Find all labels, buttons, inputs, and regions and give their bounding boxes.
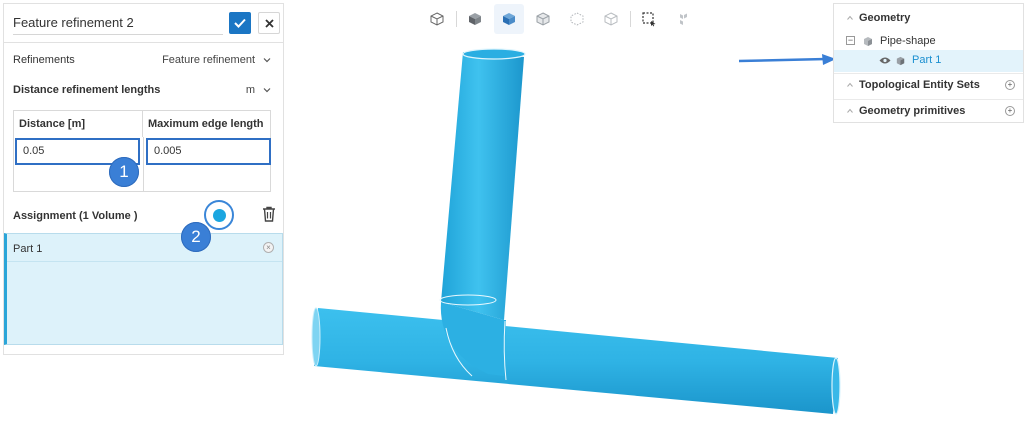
unit-select[interactable]: m — [246, 84, 271, 96]
tree-node-part-1[interactable]: Part 1 — [834, 50, 1023, 72]
refinements-select-value: Feature refinement — [162, 54, 255, 66]
pipe-top-end[interactable] — [462, 48, 526, 60]
tree-divider — [834, 99, 1023, 100]
cube-explode-icon — [680, 13, 687, 25]
feature-refinement-panel: Feature refinement 2 Refinements Feature… — [3, 3, 284, 355]
eye-icon[interactable] — [879, 56, 891, 65]
cube-nodes-icon — [570, 12, 584, 26]
view-wire-button[interactable] — [596, 4, 626, 34]
view-nodes-button[interactable] — [562, 4, 592, 34]
distance-lengths-label: Distance refinement lengths — [13, 84, 161, 96]
view-shaded-button[interactable] — [494, 4, 524, 34]
panel-title-input[interactable]: Feature refinement 2 — [13, 12, 223, 35]
add-icon[interactable]: + — [1005, 106, 1015, 116]
assignment-toggle-button[interactable] — [204, 200, 234, 230]
view-toolbar — [422, 4, 692, 34]
cube-wire-icon — [604, 12, 618, 26]
assignment-list: Part 1 × — [4, 233, 283, 345]
table-divider — [143, 137, 144, 191]
caret-up-icon — [847, 15, 853, 20]
list-item[interactable]: Part 1 — [13, 243, 42, 255]
tree-node-topological-sets[interactable]: Topological Entity Sets + — [834, 75, 1023, 97]
box-select-icon — [642, 12, 656, 27]
unit-select-value: m — [245, 84, 255, 96]
panel-header: Feature refinement 2 — [4, 4, 283, 43]
scene-tree-panel: Geometry − Pipe-shape Part 1 Topological… — [833, 3, 1024, 123]
tree-label-geometry-primitives: Geometry primitives — [859, 105, 966, 117]
refinements-row: Refinements Feature refinement — [4, 54, 283, 72]
callout-badge-2: 2 — [181, 222, 211, 252]
tree-divider — [834, 73, 1023, 74]
cube-outline-icon — [430, 12, 444, 26]
refinements-select[interactable]: Feature refinement — [162, 54, 271, 66]
assignment-label: Assignment (1 Volume ) — [13, 210, 138, 222]
caret-up-icon — [847, 108, 853, 113]
refinements-label: Refinements — [13, 54, 75, 66]
cube-transparent-icon — [536, 12, 550, 26]
tree-label-part-1: Part 1 — [912, 54, 942, 66]
chevron-down-icon — [263, 58, 271, 63]
caret-up-icon — [847, 82, 853, 87]
refinement-lengths-table: Distance [m] Maximum edge length [m] 0.0… — [13, 110, 271, 192]
toggle-dot-icon — [212, 208, 226, 222]
part-icon — [896, 56, 905, 66]
shape-icon — [864, 37, 872, 46]
tree-node-geometry[interactable]: Geometry — [834, 8, 1023, 30]
callout-arrow — [738, 54, 836, 65]
close-icon — [264, 18, 274, 28]
cube-solid-icon — [469, 13, 481, 25]
chevron-down-icon — [263, 88, 271, 93]
tree-node-geometry-primitives[interactable]: Geometry primitives + — [834, 101, 1023, 123]
explode-view-button[interactable] — [668, 4, 698, 34]
callout-badge-1: 1 — [109, 157, 139, 187]
pipe-left-end[interactable] — [311, 307, 321, 367]
pipe-branch-body[interactable] — [441, 52, 524, 320]
check-icon — [234, 18, 246, 28]
distance-column-header: Distance [m] — [14, 111, 143, 137]
remove-item-icon[interactable]: × — [263, 242, 274, 253]
view-transparent-button[interactable] — [528, 4, 558, 34]
max-edge-length-column-header: Maximum edge length [m] — [148, 118, 264, 156]
add-icon[interactable]: + — [1005, 80, 1015, 90]
tree-label-topological-sets: Topological Entity Sets — [859, 79, 980, 91]
cancel-button[interactable] — [258, 12, 280, 34]
cube-shaded-icon — [503, 13, 515, 25]
tree-label-pipe-shape: Pipe-shape — [880, 35, 936, 47]
toolbar-divider — [456, 11, 457, 27]
3d-viewport[interactable] — [300, 40, 860, 420]
confirm-button[interactable] — [229, 12, 251, 34]
max-edge-length-input[interactable]: 0.005 — [146, 138, 271, 165]
trash-icon[interactable] — [262, 206, 276, 222]
list-divider — [7, 261, 282, 262]
toolbar-divider — [630, 11, 631, 27]
tree-label-geometry: Geometry — [859, 12, 911, 24]
box-select-button[interactable] — [634, 4, 664, 34]
pipe-main-body[interactable] — [314, 308, 838, 414]
pipe-right-end[interactable] — [831, 357, 841, 415]
distance-lengths-row: Distance refinement lengths m — [4, 84, 283, 102]
view-solid-button[interactable] — [460, 4, 490, 34]
view-iso-button[interactable] — [422, 4, 452, 34]
collapse-icon[interactable]: − — [846, 36, 855, 45]
